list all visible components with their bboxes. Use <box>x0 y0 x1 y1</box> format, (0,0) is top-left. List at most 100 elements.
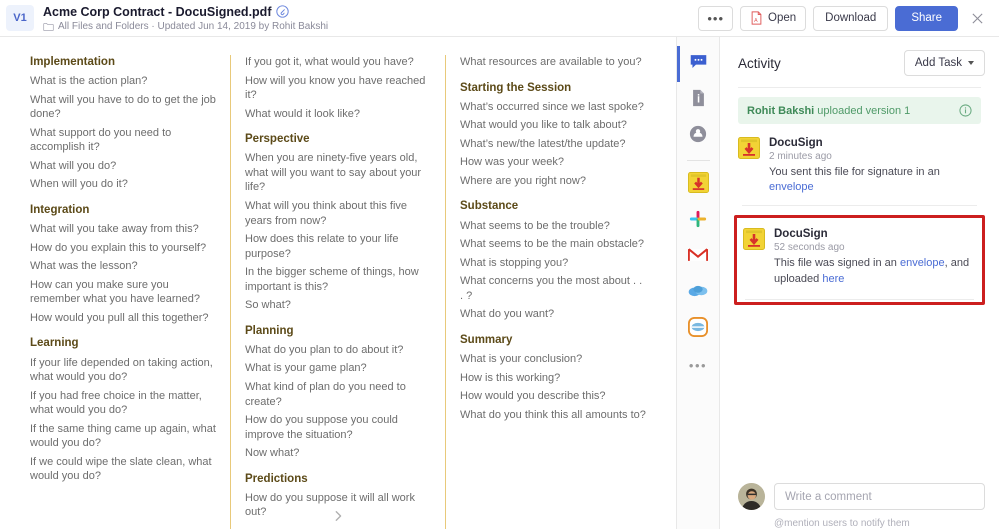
document-column-1: Implementation What is the action plan? … <box>16 55 230 529</box>
comment-bar <box>720 473 999 518</box>
section-heading: Summary <box>460 333 646 347</box>
section-heading: Implementation <box>30 55 216 69</box>
open-button-label: Open <box>768 12 796 24</box>
section-heading: Starting the Session <box>460 81 646 95</box>
question-item: How is this working? <box>460 371 646 386</box>
activity-list: Rohit Bakshi uploaded version 1 <box>720 88 999 473</box>
question-item: What’s new/the latest/the update? <box>460 137 646 152</box>
question-item: What was the lesson? <box>30 259 216 274</box>
section-heading: Planning <box>245 324 431 338</box>
chevron-right-icon[interactable] <box>334 510 343 525</box>
header-actions: ••• A Open Download Share <box>698 6 989 31</box>
question-item: How would you pull all this together? <box>30 311 216 326</box>
activity-entry-time: 52 seconds ago <box>774 242 976 253</box>
question-item: What is stopping you? <box>460 256 646 271</box>
section-heading: Learning <box>30 336 216 350</box>
activity-entry: DocuSign 2 minutes ago You sent this fil… <box>734 133 985 205</box>
question-item: If the same thing came up again, what wo… <box>30 422 216 451</box>
more-apps-icon: ••• <box>689 358 707 373</box>
question-item: How can you make sure you remember what … <box>30 278 216 307</box>
comment-input[interactable] <box>774 483 985 510</box>
question-item: What’s occurred since we last spoke? <box>460 100 646 115</box>
user-avatar[interactable] <box>738 483 765 510</box>
more-options-button[interactable]: ••• <box>698 6 733 31</box>
breadcrumb-text: All Files and Folders · Updated Jun 14, … <box>58 21 328 32</box>
activity-entry-time: 2 minutes ago <box>769 151 981 162</box>
document-preview[interactable]: Implementation What is the action plan? … <box>0 37 677 529</box>
highlighted-activity-entry: DocuSign 52 seconds ago This file was si… <box>734 215 985 304</box>
app-icon <box>688 317 708 342</box>
rail-item-app[interactable] <box>677 311 720 347</box>
paperclip-badge-icon[interactable] <box>276 5 289 18</box>
folder-icon <box>43 21 54 32</box>
add-task-button[interactable]: Add Task <box>904 50 985 76</box>
activity-header: Activity Add Task <box>720 37 999 87</box>
page-title: Acme Corp Contract - DocuSigned.pdf <box>43 5 271 19</box>
activity-entry-source: DocuSign <box>769 137 981 149</box>
question-item: What seems to be the main obstacle? <box>460 237 646 252</box>
rail-item-docusign[interactable] <box>677 167 720 203</box>
activity-title: Activity <box>738 56 781 71</box>
rail-item-more[interactable]: ••• <box>677 347 720 383</box>
question-item: What support do you need to accomplish i… <box>30 126 216 155</box>
question-item: If your life depended on taking action, … <box>30 356 216 385</box>
rail-item-skills[interactable] <box>677 118 720 154</box>
banner-message: uploaded version 1 <box>814 105 910 117</box>
question-item: When will you do it? <box>30 177 216 192</box>
activity-panel: Activity Add Task Rohit Bakshi uploaded … <box>720 37 999 529</box>
docusign-icon <box>738 137 760 159</box>
activity-entry-body: DocuSign 52 seconds ago This file was si… <box>774 228 976 286</box>
question-item: When you are ninety-five years old, what… <box>245 151 431 195</box>
banner-user: Rohit Bakshi <box>747 105 814 117</box>
question-item: How will you know you have reached it? <box>245 74 431 103</box>
gmail-app-icon <box>688 247 708 268</box>
rail-item-salesforce[interactable] <box>677 275 720 311</box>
share-button[interactable]: Share <box>895 6 958 31</box>
svg-text:A: A <box>754 18 758 24</box>
section-heading: Perspective <box>245 132 431 146</box>
entry-text-part: This file was signed in an <box>774 257 900 269</box>
open-button[interactable]: A Open <box>740 6 806 31</box>
info-circle-icon[interactable] <box>959 104 972 117</box>
rail-item-gmail[interactable] <box>677 239 720 275</box>
question-item: In the bigger scheme of things, how impo… <box>245 265 431 294</box>
rail-item-file-details[interactable] <box>677 82 720 118</box>
slack-app-icon <box>689 210 707 233</box>
activity-entry-text: This file was signed in an envelope, and… <box>774 256 976 286</box>
section-heading: Predictions <box>245 472 431 486</box>
file-preview-window: V1 Acme Corp Contract - DocuSigned.pdf <box>0 0 999 529</box>
envelope-link[interactable]: envelope <box>769 181 814 193</box>
question-item: What will you have to do to get the job … <box>30 93 216 122</box>
comment-hint: @mention users to notify them <box>720 518 999 529</box>
question-item: What kind of plan do you need to create? <box>245 380 431 409</box>
question-item: What is the action plan? <box>30 74 216 89</box>
question-item: What would you like to talk about? <box>460 118 646 133</box>
add-task-label: Add Task <box>915 57 962 69</box>
pdf-file-icon: A <box>750 11 763 25</box>
question-item: How was your week? <box>460 155 646 170</box>
upload-status-banner: Rohit Bakshi uploaded version 1 <box>738 97 981 124</box>
download-button[interactable]: Download <box>813 6 888 31</box>
rail-item-slack[interactable] <box>677 203 720 239</box>
window-header: V1 Acme Corp Contract - DocuSigned.pdf <box>0 0 999 37</box>
question-item: How do you explain this to yourself? <box>30 241 216 256</box>
activity-entry: DocuSign 52 seconds ago This file was si… <box>739 224 980 296</box>
title-block: Acme Corp Contract - DocuSigned.pdf All … <box>43 5 698 32</box>
window-body: Implementation What is the action plan? … <box>0 37 999 529</box>
activity-entry-body: DocuSign 2 minutes ago You sent this fil… <box>769 137 981 195</box>
close-icon[interactable] <box>965 6 989 30</box>
activity-entry-source: DocuSign <box>774 228 976 240</box>
question-item: What will you do? <box>30 159 216 174</box>
question-item: Where are you right now? <box>460 174 646 189</box>
question-item: Now what? <box>245 446 431 461</box>
section-heading: Substance <box>460 199 646 213</box>
chevron-down-icon <box>968 61 974 65</box>
document-column-2: If you got it, what would you have? How … <box>230 55 445 529</box>
envelope-link[interactable]: envelope <box>900 257 945 269</box>
version-badge: V1 <box>6 5 34 31</box>
activity-separator <box>742 205 977 206</box>
rail-item-comments[interactable] <box>677 46 720 82</box>
comments-icon <box>689 53 708 76</box>
doc-title-row: Acme Corp Contract - DocuSigned.pdf <box>43 5 698 19</box>
here-link[interactable]: here <box>822 273 844 285</box>
